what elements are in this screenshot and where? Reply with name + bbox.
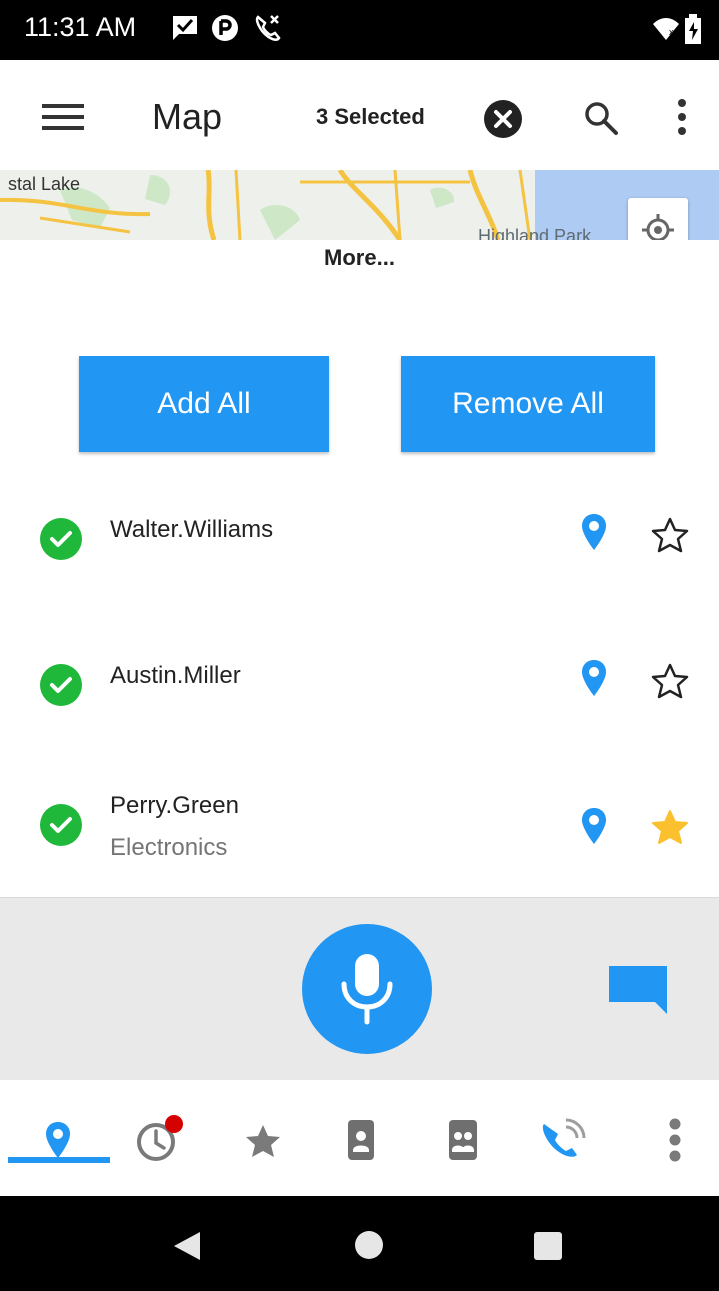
missed-call-icon [255, 15, 281, 41]
favorite-star-filled-icon[interactable] [650, 808, 690, 846]
map-tiles: Highland Park [0, 170, 719, 240]
recents-icon[interactable] [533, 1231, 563, 1261]
my-location-icon [642, 214, 674, 240]
selected-check-icon[interactable] [40, 518, 82, 560]
notification-badge [165, 1115, 183, 1133]
svg-text:x: x [669, 27, 674, 37]
add-all-button[interactable]: Add All [79, 356, 329, 452]
wifi-icon: x [653, 18, 679, 40]
location-pin-icon[interactable] [580, 658, 608, 698]
selected-count: 3 Selected [316, 104, 425, 129]
favorite-star-outline-icon[interactable] [650, 516, 690, 554]
bottom-tab-bar [0, 1080, 719, 1195]
app-p-icon [212, 15, 238, 41]
tab-contacts-icon[interactable] [344, 1118, 378, 1162]
my-location-button[interactable] [628, 198, 688, 240]
map-view[interactable]: Highland Park stal Lake [0, 170, 719, 240]
list-item[interactable]: Walter.Williams [8, 460, 719, 608]
contact-department: Electronics [110, 834, 228, 861]
chat-icon[interactable] [607, 964, 669, 1016]
tab-groups-icon[interactable] [445, 1118, 481, 1162]
favorite-star-outline-icon[interactable] [650, 662, 690, 700]
battery-charging-icon [685, 14, 701, 44]
page-title: Map [152, 96, 223, 137]
selected-check-icon[interactable] [40, 664, 82, 706]
tab-history-icon[interactable] [136, 1114, 188, 1164]
status-time: 11:31 AM [24, 12, 137, 42]
map-label-left: stal Lake [8, 174, 81, 194]
microphone-icon [341, 954, 393, 1025]
back-icon[interactable] [172, 1230, 202, 1262]
close-circle-icon[interactable] [483, 99, 523, 139]
location-pin-icon[interactable] [580, 806, 608, 846]
contact-name: Walter.Williams [110, 516, 274, 543]
more-vert-icon[interactable] [675, 97, 689, 137]
hamburger-menu-icon[interactable] [42, 102, 84, 132]
list-item[interactable]: Perry.Green Electronics [8, 752, 719, 897]
list-item[interactable]: Austin.Miller [8, 606, 719, 754]
message-check-icon [173, 16, 197, 40]
system-nav-bar [0, 1196, 719, 1291]
status-bar: 11:31 AM x [0, 0, 719, 60]
location-pin-icon[interactable] [580, 512, 608, 552]
push-to-talk-button[interactable] [302, 924, 432, 1054]
active-tab-indicator [8, 1157, 110, 1163]
tab-map-pin-icon[interactable] [43, 1120, 73, 1160]
search-icon[interactable] [583, 100, 619, 136]
tab-more-vert-icon[interactable] [667, 1116, 683, 1164]
tab-calls-icon[interactable] [538, 1114, 592, 1164]
remove-all-button[interactable]: Remove All [401, 356, 655, 452]
contact-name: Perry.Green [110, 792, 239, 819]
tab-favorites-star-icon[interactable] [243, 1122, 283, 1160]
selected-check-icon[interactable] [40, 804, 82, 846]
contact-name: Austin.Miller [110, 662, 241, 689]
more-label[interactable]: More... [0, 245, 719, 271]
home-icon[interactable] [354, 1230, 384, 1260]
map-label-right: Highland Park [478, 226, 592, 240]
